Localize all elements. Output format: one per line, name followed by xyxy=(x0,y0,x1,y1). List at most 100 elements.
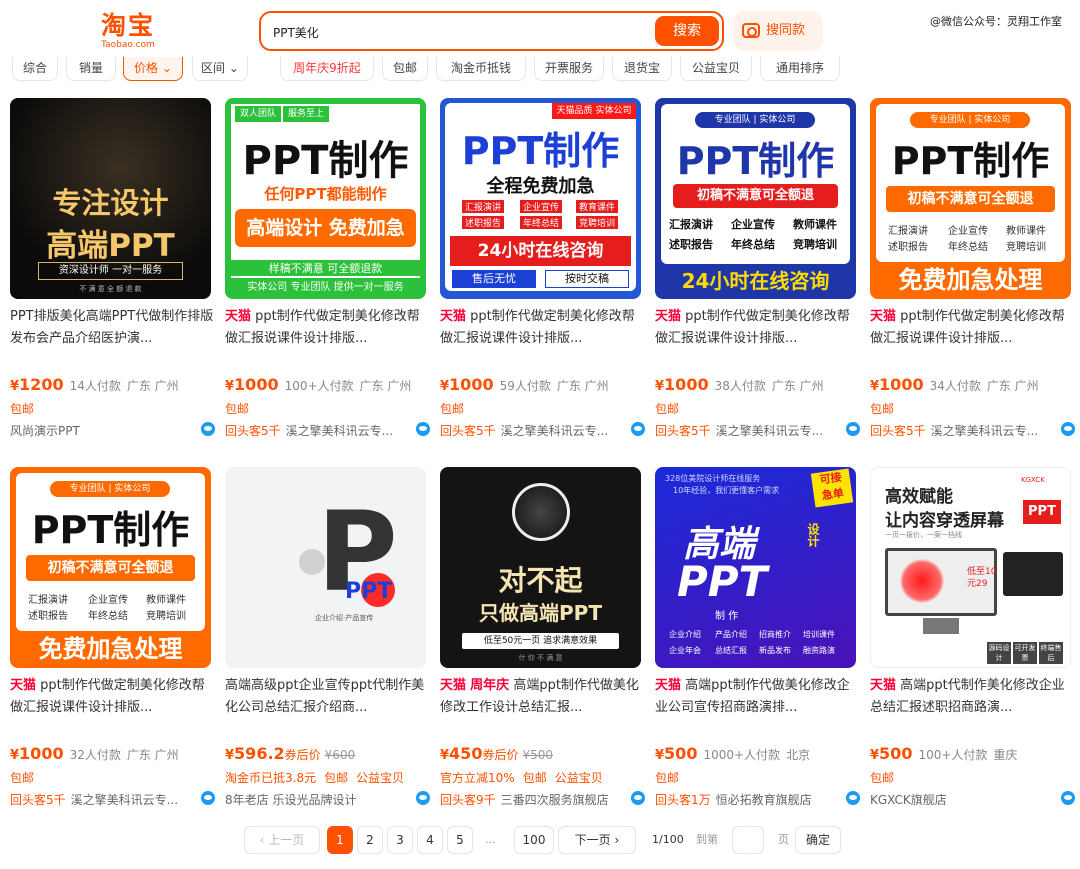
product-title[interactable]: 天猫 ppt制作代做定制美化修改帮做汇报说课件设计排版... xyxy=(225,306,430,350)
product-card[interactable]: 专注设计 高端PPT 资深设计师 一对一服务 不 满 意 全 额 退 款 PPT… xyxy=(10,98,215,458)
tag: 包邮 xyxy=(440,402,465,416)
image-text: 融资路演 xyxy=(803,646,835,655)
page-button[interactable]: 1 xyxy=(327,826,353,854)
wangwang-chat-icon[interactable] xyxy=(631,422,645,436)
wangwang-chat-icon[interactable] xyxy=(846,422,860,436)
product-card[interactable]: 专业团队 | 实体公司 PPT制作 初稿不满意可全额退 汇报演讲 企业宣传 教师… xyxy=(655,98,860,458)
image-text: 初稿不满意可全额退 xyxy=(26,555,195,581)
filter-sort[interactable]: 通用排序 xyxy=(760,57,840,81)
location: 广东 广州 xyxy=(771,379,824,393)
shop-link[interactable]: 回头客5千 溪之擎美科讯云专... xyxy=(655,422,860,439)
product-title[interactable]: 天猫 周年庆 高端ppt制作代做美化修改工作设计总结汇报... xyxy=(440,675,645,719)
image-text: PPT xyxy=(1023,500,1061,524)
page-button[interactable]: 100 xyxy=(514,826,554,854)
product-image[interactable]: 高效赋能 让内容穿透屏幕 一页一报价，一案一档线 KGXCK PPT 低至10 … xyxy=(870,467,1071,668)
currency: ¥ xyxy=(440,379,450,394)
product-image[interactable]: 天猫品质 实体公司 PPT制作 全程免费加急 汇报演讲 企业宣传 教育课件 述职… xyxy=(440,98,641,299)
product-title[interactable]: 天猫 ppt制作代做定制美化修改帮做汇报说课件设计排版... xyxy=(655,306,860,350)
product-title[interactable]: 天猫 ppt制作代做定制美化修改帮做汇报说课件设计排版... xyxy=(440,306,645,350)
tag: 包邮 xyxy=(522,771,547,785)
title-text: 高端ppt制作代做美化修改企业公司宣传招商路演排... xyxy=(655,678,850,715)
product-card[interactable]: 328位美院设计师在线服务 10年经验，我们更懂客户需求 可接 急单 高端 设计 … xyxy=(655,467,860,827)
next-page-button[interactable]: 下一页 › xyxy=(558,826,636,854)
filter-range[interactable]: 区间 ⌄ xyxy=(192,57,248,81)
product-image[interactable]: 专业团队 | 实体公司 PPT制作 初稿不满意可全额退 汇报演讲 企业宣传 教师… xyxy=(870,98,1071,299)
shop-link[interactable]: 回头客5千 溪之擎美科讯云专... xyxy=(10,791,215,808)
shop-link[interactable]: 回头客5千 溪之擎美科讯云专... xyxy=(225,422,430,439)
shop-link[interactable]: 回头客5千 溪之擎美科讯云专... xyxy=(870,422,1075,439)
filter-return[interactable]: 退货宝 xyxy=(612,57,672,81)
product-card[interactable]: 双人团队 服务至上 PPT制作 任何PPT都能制作 高端设计 免费加急 样稿不满… xyxy=(225,98,430,458)
page-button[interactable]: 5 xyxy=(447,826,473,854)
search-box[interactable]: PPT美化 搜索 xyxy=(259,11,724,51)
tag: 包邮 xyxy=(225,402,250,416)
product-image[interactable]: 对不起 只做高端PPT 低至50元一页 追求满意效果 什 你 不 满 意 xyxy=(440,467,641,668)
filter-sales[interactable]: 销量 xyxy=(66,57,116,81)
shop-link[interactable]: 风尚演示PPT xyxy=(10,422,215,439)
product-image[interactable]: 328位美院设计师在线服务 10年经验，我们更懂客户需求 可接 急单 高端 设计 … xyxy=(655,467,856,668)
tags: 包邮 xyxy=(10,769,42,786)
wangwang-chat-icon[interactable] xyxy=(416,422,430,436)
filter-coins[interactable]: 淘金币抵钱 xyxy=(436,57,526,81)
product-card[interactable]: 专业团队 | 实体公司 PPT制作 初稿不满意可全额退 汇报演讲 企业宣传 教师… xyxy=(10,467,215,827)
product-image[interactable]: 专注设计 高端PPT 资深设计师 一对一服务 不 满 意 全 额 退 款 xyxy=(10,98,211,299)
shop-link[interactable]: 8年老店 乐设光品牌设计 xyxy=(225,791,430,808)
tags: 包邮 xyxy=(655,769,687,786)
product-card[interactable]: 高效赋能 让内容穿透屏幕 一页一报价，一案一档线 KGXCK PPT 低至10 … xyxy=(870,467,1075,827)
filter-comprehensive[interactable]: 综合 xyxy=(12,57,58,81)
product-title[interactable]: 天猫 ppt制作代做定制美化修改帮做汇报说课件设计排版... xyxy=(870,306,1075,350)
repeat-customers: 回头客9千 xyxy=(440,793,496,807)
product-card[interactable]: 天猫品质 实体公司 PPT制作 全程免费加急 汇报演讲 企业宣传 教育课件 述职… xyxy=(440,98,645,458)
tag: 包邮 xyxy=(324,771,349,785)
shop-link[interactable]: 回头客5千 溪之擎美科讯云专... xyxy=(440,422,645,439)
filter-price[interactable]: 价格 ⌄ xyxy=(123,57,183,81)
image-text: 企业年会 xyxy=(669,646,701,655)
location: 广东 广州 xyxy=(556,379,609,393)
taobao-logo[interactable]: 淘宝 Taobao.com xyxy=(98,12,158,51)
image-search-button[interactable]: 搜同款 xyxy=(733,11,823,51)
product-image[interactable]: 专业团队 | 实体公司 PPT制作 初稿不满意可全额退 汇报演讲 企业宣传 教师… xyxy=(655,98,856,299)
image-text: 设计 xyxy=(806,523,820,547)
filter-anniversary[interactable]: 周年庆9折起 xyxy=(280,57,374,81)
product-title[interactable]: 天猫 高端ppt制作代做美化修改企业公司宣传招商路演排... xyxy=(655,675,860,719)
page-button[interactable]: 4 xyxy=(417,826,443,854)
tag: 公益宝贝 xyxy=(554,771,603,785)
product-image[interactable]: 专业团队 | 实体公司 PPT制作 初稿不满意可全额退 汇报演讲 企业宣传 教师… xyxy=(10,467,211,668)
wangwang-chat-icon[interactable] xyxy=(201,791,215,805)
wangwang-chat-icon[interactable] xyxy=(1061,422,1075,436)
prev-page-button[interactable]: ‹ 上一页 xyxy=(244,826,320,854)
search-input[interactable]: PPT美化 xyxy=(273,24,319,41)
product-card[interactable]: 专业团队 | 实体公司 PPT制作 初稿不满意可全额退 汇报演讲 企业宣传 教师… xyxy=(870,98,1075,458)
product-title[interactable]: 高端高级ppt企业宣传ppt代制作美化公司总结汇报介绍商... xyxy=(225,675,430,719)
price-value: 596.2 xyxy=(234,744,285,763)
product-title[interactable]: 天猫 高端ppt代制作美化修改企业总结汇报述职招商路演... xyxy=(870,675,1075,719)
wangwang-chat-icon[interactable] xyxy=(1061,791,1075,805)
wangwang-chat-icon[interactable] xyxy=(201,422,215,436)
page-button[interactable]: 3 xyxy=(387,826,413,854)
confirm-page-button[interactable]: 确定 xyxy=(795,826,841,854)
title-text: ppt制作代做定制美化修改帮做汇报说课件设计排版... xyxy=(655,309,850,346)
search-button[interactable]: 搜索 xyxy=(655,16,719,46)
product-image[interactable]: 双人团队 服务至上 PPT制作 任何PPT都能制作 高端设计 免费加急 样稿不满… xyxy=(225,98,426,299)
filter-invoice[interactable]: 开票服务 xyxy=(534,57,604,81)
image-text: 总结汇报 xyxy=(715,646,747,655)
shop-link[interactable]: KGXCK旗舰店 xyxy=(870,791,1075,808)
currency: ¥ xyxy=(225,379,235,394)
product-card[interactable]: P PPT 企业介绍·产品宣传 高端高级ppt企业宣传ppt代制作美化公司总结汇… xyxy=(225,467,430,827)
image-text: 产品介绍 xyxy=(715,630,747,639)
filter-charity[interactable]: 公益宝贝 xyxy=(680,57,752,81)
product-card[interactable]: 对不起 只做高端PPT 低至50元一页 追求满意效果 什 你 不 满 意 天猫 … xyxy=(440,467,645,827)
wangwang-chat-icon[interactable] xyxy=(846,791,860,805)
image-text: 制 作 xyxy=(715,611,739,622)
wangwang-chat-icon[interactable] xyxy=(416,791,430,805)
shop-link[interactable]: 回头客1万 恒必拓教育旗舰店 xyxy=(655,791,860,808)
filter-free-shipping[interactable]: 包邮 xyxy=(382,57,428,81)
image-text: 24小时在线咨询 xyxy=(681,269,830,293)
shop-link[interactable]: 回头客9千 三番四次服务旗舰店 xyxy=(440,791,645,808)
page-number-input[interactable] xyxy=(732,826,764,854)
product-image[interactable]: P PPT 企业介绍·产品宣传 xyxy=(225,467,426,668)
wangwang-chat-icon[interactable] xyxy=(631,791,645,805)
product-title[interactable]: 天猫 ppt制作代做定制美化修改帮做汇报说课件设计排版... xyxy=(10,675,215,719)
product-title[interactable]: PPT排版美化高端PPT代做制作排版发布会产品介绍医护演... xyxy=(10,306,215,350)
page-button[interactable]: 2 xyxy=(357,826,383,854)
